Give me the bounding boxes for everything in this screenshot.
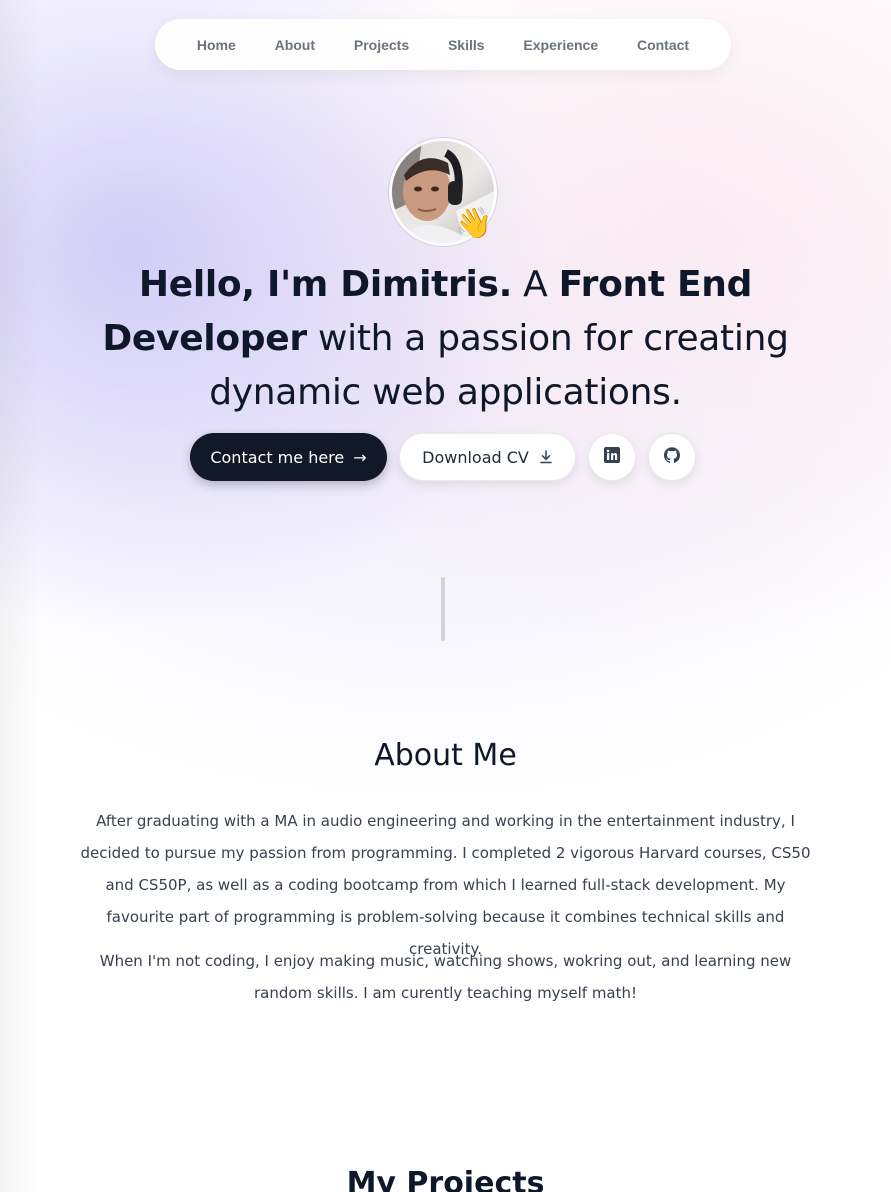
nav-contact[interactable]: Contact [627, 31, 699, 59]
hero-greeting: Hello, I'm Dimitris. [138, 264, 513, 305]
download-cv-label: Download CV [422, 447, 529, 467]
nav-skills[interactable]: Skills [438, 31, 495, 59]
about-paragraph-2: When I'm not coding, I enjoy making musi… [99, 952, 792, 1002]
contact-button[interactable]: Contact me here → [190, 433, 387, 481]
scroll-indicator [441, 577, 445, 641]
download-cv-button[interactable]: Download CV [399, 433, 576, 481]
nav-about[interactable]: About [265, 31, 325, 59]
hero-connector: A [512, 264, 559, 305]
linkedin-button[interactable] [588, 433, 636, 481]
github-button[interactable] [648, 433, 696, 481]
hero-headline: Hello, I'm Dimitris. A Front End Develop… [60, 258, 831, 420]
nav-home[interactable]: Home [187, 31, 246, 59]
about-paragraph-1: After graduating with a MA in audio engi… [80, 812, 811, 958]
top-navigation: Home About Projects Skills Experience Co… [155, 19, 731, 70]
hero-actions: Contact me here → Download CV [190, 433, 710, 481]
waving-hand-icon: 👋 [455, 207, 493, 240]
nav-experience[interactable]: Experience [513, 31, 608, 59]
portfolio-page: Home About Projects Skills Experience Co… [0, 0, 891, 1192]
linkedin-icon [604, 447, 620, 467]
download-icon [539, 450, 553, 464]
arrow-right-icon: → [353, 447, 367, 467]
contact-button-label: Contact me here [210, 447, 345, 467]
github-icon [664, 447, 680, 467]
about-section-title: About Me [374, 738, 517, 773]
projects-section-title: My Projects [346, 1166, 545, 1192]
nav-projects[interactable]: Projects [344, 31, 419, 59]
